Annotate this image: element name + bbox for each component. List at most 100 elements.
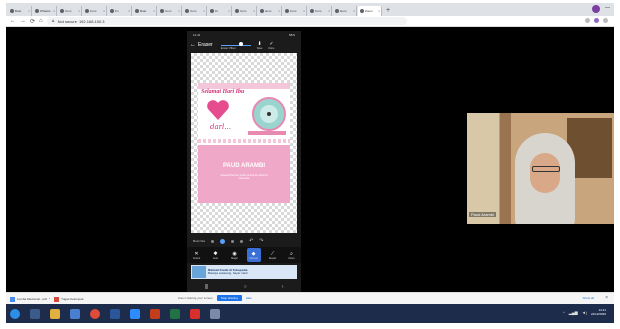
undo-icon[interactable]: ↶: [249, 238, 253, 244]
save-label: Save: [256, 46, 263, 50]
extension-icon[interactable]: [594, 18, 599, 23]
stop-sharing-button[interactable]: Stop sharing: [216, 295, 242, 301]
browser-tab[interactable]: WhatsA ×: [33, 6, 57, 16]
tool-auto[interactable]: ✱ Auto: [209, 248, 223, 262]
star-icon[interactable]: [585, 18, 590, 23]
redo-icon[interactable]: ↷: [259, 238, 263, 244]
tab-close-icon[interactable]: ×: [378, 9, 381, 13]
profile-avatar[interactable]: [592, 5, 600, 13]
tool-manual[interactable]: ◆ Manual: [246, 248, 261, 262]
brush-size-dot[interactable]: [231, 239, 235, 243]
new-tab-button[interactable]: +: [386, 6, 390, 16]
eraser-title: Eraser: [198, 42, 213, 48]
nav-back-icon[interactable]: ‹: [282, 284, 284, 290]
tab-favicon-icon: [185, 9, 189, 13]
browser-tab[interactable]: Com ×: [58, 6, 82, 16]
download-label: Tugas Kelompok: [61, 297, 84, 301]
reload-icon[interactable]: ⟳: [30, 18, 35, 25]
tab-close-icon[interactable]: ×: [128, 9, 131, 13]
back-icon[interactable]: ←: [190, 42, 196, 48]
tool-cutout[interactable]: ✕ Cutout: [190, 248, 204, 262]
greeting-card-image: Selamat Hari Ibu darl... PAUD ARAMBI Sel…: [198, 83, 290, 203]
ad-banner[interactable]: Nikmati Kredit di Tokopedia Belanja seka…: [191, 265, 297, 279]
download-item[interactable]: Tugas Kelompok: [50, 296, 84, 302]
url-input[interactable]: ▲ Not secure 192.168.100.3: [46, 17, 407, 25]
home-icon[interactable]: ⌂: [39, 18, 43, 24]
slider-knob[interactable]: [238, 42, 243, 46]
tool-repair[interactable]: ⟋ Repair: [266, 248, 280, 262]
chevron-up-icon[interactable]: ^: [563, 310, 565, 315]
tab-close-icon[interactable]: ×: [203, 9, 206, 13]
save-button[interactable]: ⬇ Save: [257, 41, 263, 50]
explorer-icon[interactable]: [50, 308, 60, 319]
tool-zoom[interactable]: ⌕ Zoom: [285, 248, 299, 262]
nav-recents-icon[interactable]: |||: [205, 284, 209, 290]
browser-tab[interactable]: Com ×: [83, 6, 107, 16]
browser-tab[interactable]: Buat ×: [8, 6, 32, 16]
tab-close-icon[interactable]: ×: [253, 9, 256, 13]
close-icon[interactable]: ×: [605, 295, 608, 301]
store-icon[interactable]: [70, 308, 80, 319]
tab-close-icon[interactable]: ×: [78, 9, 81, 13]
browser-tab[interactable]: Kl ×: [208, 6, 232, 16]
word-icon[interactable]: [110, 308, 120, 319]
acrobat-icon[interactable]: [190, 308, 200, 319]
tab-label: Com: [290, 9, 297, 13]
powerpoint-icon[interactable]: [150, 308, 160, 319]
search-icon[interactable]: [30, 308, 40, 319]
taskbar-clock[interactable]: 14:41 22/12/2020: [591, 308, 606, 316]
browser-tab[interactable]: Com ×: [183, 6, 207, 16]
back-arrow-icon[interactable]: ←: [10, 18, 16, 24]
browser-tab[interactable]: Com ×: [283, 6, 307, 16]
tab-close-icon[interactable]: ×: [153, 9, 156, 13]
browser-tab[interactable]: Com ×: [308, 6, 332, 16]
tab-favicon-icon: [60, 9, 64, 13]
tab-favicon-icon: [310, 9, 314, 13]
tab-close-icon[interactable]: ×: [103, 9, 106, 13]
tab-close-icon[interactable]: ×: [328, 9, 331, 13]
excel-icon[interactable]: [170, 308, 180, 319]
show-all-link[interactable]: Show all: [583, 296, 594, 300]
browser-tab[interactable]: Hom ×: [333, 6, 357, 16]
nav-home-icon[interactable]: ○: [244, 284, 247, 290]
forward-arrow-icon[interactable]: →: [20, 18, 26, 24]
app-icon[interactable]: [210, 308, 220, 319]
tab-label: Com: [190, 9, 197, 13]
tab-close-icon[interactable]: ×: [28, 9, 31, 13]
tab-close-icon[interactable]: ×: [278, 9, 281, 13]
network-icon[interactable]: ▂▄▆: [569, 310, 578, 315]
tab-close-icon[interactable]: ×: [53, 9, 56, 13]
zoom-icon[interactable]: [130, 308, 140, 319]
browser-tab[interactable]: Hom ×: [258, 6, 282, 16]
slider-label: Eraser Offset: [220, 47, 236, 50]
volume-icon[interactable]: ◄): [582, 310, 587, 315]
tab-close-icon[interactable]: ×: [178, 9, 181, 13]
shared-phone-screen: 11:41 58% ← Eraser Eraser Offset ⬇ Save …: [187, 31, 301, 293]
phone-status-bar: 11:41 58%: [187, 31, 301, 38]
browser-tab[interactable]: Com ×: [158, 6, 182, 16]
tool-magic[interactable]: ◉ Magic: [228, 248, 242, 262]
editor-canvas[interactable]: Selamat Hari Ibu darl... PAUD ARAMBI Sel…: [191, 53, 297, 233]
minimize-icon[interactable]: —: [605, 5, 610, 11]
tab-close-icon[interactable]: ×: [353, 9, 356, 13]
start-button[interactable]: [10, 308, 20, 319]
brush-size-dot[interactable]: [211, 239, 215, 243]
brush-size-selector[interactable]: Brush Size ↶ ↷: [193, 237, 295, 245]
browser-tab[interactable]: Zoom ×: [358, 6, 382, 16]
menu-dots-icon[interactable]: [603, 18, 608, 23]
eraser-offset-slider[interactable]: Eraser Offset: [220, 40, 251, 50]
tab-label: Com: [315, 9, 322, 13]
brush-size-dot-selected[interactable]: [220, 238, 226, 244]
tab-close-icon[interactable]: ×: [228, 9, 231, 13]
done-button[interactable]: ✓ Done: [268, 41, 274, 50]
chrome-icon[interactable]: [90, 308, 100, 319]
browser-tab[interactable]: Buat ×: [133, 6, 157, 16]
brush-size-dot[interactable]: [240, 239, 244, 243]
download-item[interactable]: Lomba Mewarnai...pdf ^: [6, 296, 50, 302]
tab-label: Buat: [15, 9, 22, 13]
status-time: 11:41: [193, 32, 201, 37]
tab-close-icon[interactable]: ×: [303, 9, 306, 13]
browser-tab[interactable]: Com ×: [233, 6, 257, 16]
browser-tab[interactable]: Fn ×: [108, 6, 132, 16]
hide-button[interactable]: Hide: [246, 296, 252, 300]
